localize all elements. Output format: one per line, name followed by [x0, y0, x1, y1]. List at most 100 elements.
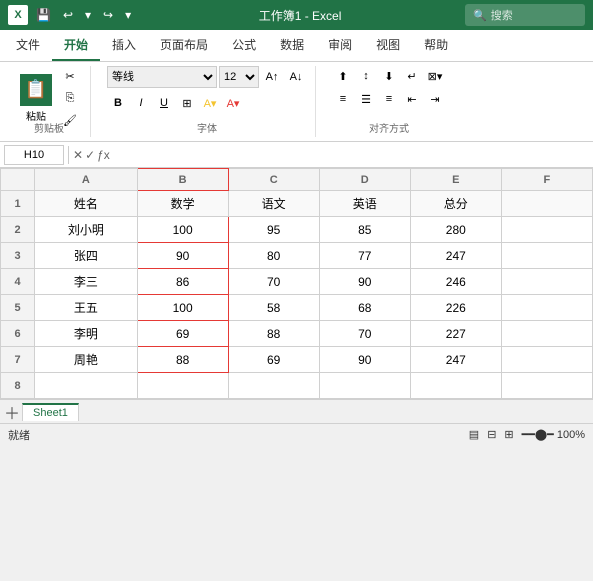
- cell-F7[interactable]: [501, 347, 592, 373]
- row-header-4[interactable]: 4: [1, 269, 35, 295]
- cell-A8[interactable]: [35, 373, 137, 399]
- customize-button[interactable]: ▾: [121, 6, 135, 24]
- cell-C6[interactable]: 88: [228, 321, 319, 347]
- undo-dropdown[interactable]: ▾: [81, 6, 95, 24]
- cell-D2[interactable]: 85: [319, 217, 410, 243]
- cell-F1[interactable]: [501, 191, 592, 217]
- cell-C4[interactable]: 70: [228, 269, 319, 295]
- cell-B7[interactable]: 88: [137, 347, 228, 373]
- cut-button[interactable]: ✂: [58, 66, 82, 86]
- cell-D1[interactable]: 英语: [319, 191, 410, 217]
- cell-E2[interactable]: 280: [410, 217, 501, 243]
- row-header-6[interactable]: 6: [1, 321, 35, 347]
- decrease-font-button[interactable]: A↓: [285, 67, 307, 87]
- border-button[interactable]: ⊞: [176, 93, 198, 113]
- cell-E3[interactable]: 247: [410, 243, 501, 269]
- undo-button[interactable]: ↩: [59, 6, 77, 24]
- cell-reference[interactable]: H10: [4, 145, 64, 165]
- cell-C5[interactable]: 58: [228, 295, 319, 321]
- cell-F3[interactable]: [501, 243, 592, 269]
- align-top-button[interactable]: ⬆: [332, 66, 354, 86]
- cell-C2[interactable]: 95: [228, 217, 319, 243]
- cell-C7[interactable]: 69: [228, 347, 319, 373]
- cell-F2[interactable]: [501, 217, 592, 243]
- tab-file[interactable]: 文件: [4, 30, 52, 61]
- cell-D5[interactable]: 68: [319, 295, 410, 321]
- cancel-formula-icon[interactable]: ✕: [73, 148, 83, 162]
- cell-A5[interactable]: 王五: [35, 295, 137, 321]
- search-box[interactable]: 🔍 搜索: [465, 4, 585, 26]
- save-button[interactable]: 💾: [32, 6, 55, 24]
- align-left-button[interactable]: ≡: [332, 89, 354, 109]
- cell-A1[interactable]: 姓名: [35, 191, 137, 217]
- cell-A4[interactable]: 李三: [35, 269, 137, 295]
- align-right-button[interactable]: ≡: [378, 89, 400, 109]
- col-header-a[interactable]: A: [35, 169, 137, 191]
- col-header-d[interactable]: D: [319, 169, 410, 191]
- align-center-button[interactable]: ☰: [355, 89, 377, 109]
- tab-formula[interactable]: 公式: [220, 30, 268, 61]
- cell-D8[interactable]: [319, 373, 410, 399]
- normal-view-button[interactable]: ▤: [469, 428, 479, 441]
- confirm-formula-icon[interactable]: ✓: [85, 148, 95, 162]
- cell-B1[interactable]: 数学: [137, 191, 228, 217]
- zoom-slider[interactable]: ━━⬤━ 100%: [522, 428, 585, 441]
- cell-E1[interactable]: 总分: [410, 191, 501, 217]
- cell-B8[interactable]: [137, 373, 228, 399]
- cell-E6[interactable]: 227: [410, 321, 501, 347]
- redo-button[interactable]: ↪: [99, 6, 117, 24]
- indent-more-button[interactable]: ⇥: [424, 89, 446, 109]
- cell-E5[interactable]: 226: [410, 295, 501, 321]
- cell-B5[interactable]: 100: [137, 295, 228, 321]
- page-layout-view-button[interactable]: ⊟: [487, 428, 496, 441]
- tab-help[interactable]: 帮助: [412, 30, 460, 61]
- cell-E8[interactable]: [410, 373, 501, 399]
- col-header-e[interactable]: E: [410, 169, 501, 191]
- merge-button[interactable]: ⊠▾: [424, 66, 446, 86]
- tab-home[interactable]: 开始: [52, 30, 100, 61]
- italic-button[interactable]: I: [130, 93, 152, 113]
- cell-B4[interactable]: 86: [137, 269, 228, 295]
- wrap-text-button[interactable]: ↵: [401, 66, 423, 86]
- row-header-5[interactable]: 5: [1, 295, 35, 321]
- tab-data[interactable]: 数据: [268, 30, 316, 61]
- col-header-f[interactable]: F: [501, 169, 592, 191]
- formula-input[interactable]: [114, 145, 589, 165]
- row-header-1[interactable]: 1: [1, 191, 35, 217]
- bold-button[interactable]: B: [107, 93, 129, 113]
- cell-C3[interactable]: 80: [228, 243, 319, 269]
- cell-A6[interactable]: 李明: [35, 321, 137, 347]
- cell-D6[interactable]: 70: [319, 321, 410, 347]
- font-name-select[interactable]: 等线: [107, 66, 217, 88]
- cell-B3[interactable]: 90: [137, 243, 228, 269]
- tab-review[interactable]: 审阅: [316, 30, 364, 61]
- cell-B6[interactable]: 69: [137, 321, 228, 347]
- col-header-b[interactable]: B: [137, 169, 228, 191]
- cell-F8[interactable]: [501, 373, 592, 399]
- cell-A7[interactable]: 周艳: [35, 347, 137, 373]
- cell-F5[interactable]: [501, 295, 592, 321]
- tab-pagelayout[interactable]: 页面布局: [148, 30, 220, 61]
- copy-button[interactable]: ⎘: [58, 88, 82, 108]
- cell-D4[interactable]: 90: [319, 269, 410, 295]
- tab-insert[interactable]: 插入: [100, 30, 148, 61]
- font-color-button[interactable]: A▾: [222, 93, 244, 113]
- cell-D7[interactable]: 90: [319, 347, 410, 373]
- row-header-7[interactable]: 7: [1, 347, 35, 373]
- cell-A2[interactable]: 刘小明: [35, 217, 137, 243]
- cell-F6[interactable]: [501, 321, 592, 347]
- add-sheet-button[interactable]: ＋: [4, 400, 20, 424]
- cell-F4[interactable]: [501, 269, 592, 295]
- row-header-3[interactable]: 3: [1, 243, 35, 269]
- insert-function-icon[interactable]: ƒx: [97, 148, 110, 162]
- cell-C1[interactable]: 语文: [228, 191, 319, 217]
- page-break-view-button[interactable]: ⊞: [504, 428, 513, 441]
- cell-E4[interactable]: 246: [410, 269, 501, 295]
- align-middle-button[interactable]: ↕: [355, 66, 377, 86]
- col-header-c[interactable]: C: [228, 169, 319, 191]
- row-header-2[interactable]: 2: [1, 217, 35, 243]
- indent-less-button[interactable]: ⇤: [401, 89, 423, 109]
- sheet-tab-1[interactable]: Sheet1: [22, 403, 79, 421]
- underline-button[interactable]: U: [153, 93, 175, 113]
- cell-B2[interactable]: 100: [137, 217, 228, 243]
